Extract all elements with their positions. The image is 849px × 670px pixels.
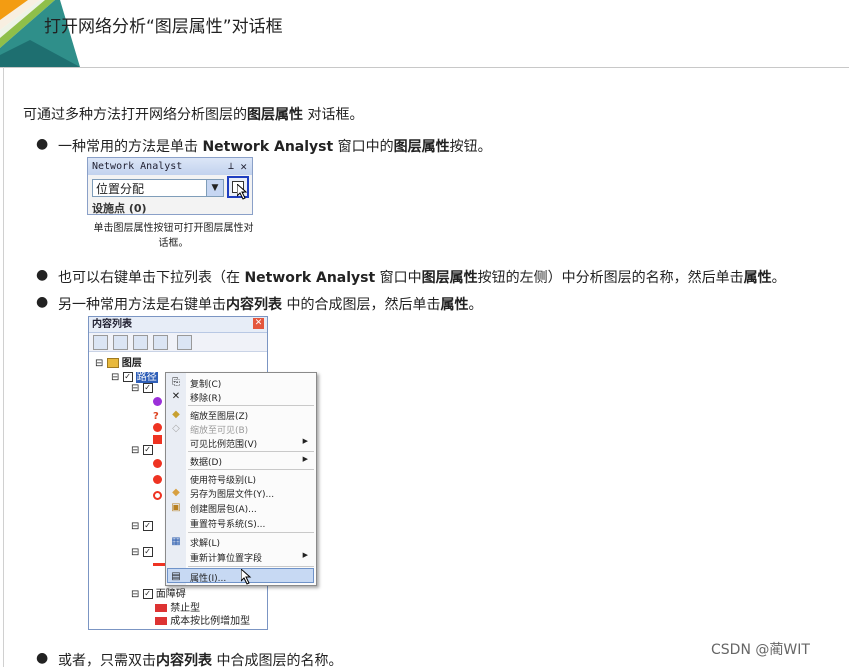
tree-group-layer[interactable]: ⊟ ✓ 路径 [111,368,158,383]
tree-sublayer[interactable]: ⊟ ✓ [131,547,153,558]
bullet-icon: ● [36,294,49,310]
tree-barrier-layer[interactable]: ⊟ ✓ 面障碍 [131,585,186,600]
close-icon[interactable]: ✕ [253,318,264,329]
properties-icon: ▤ [171,571,181,582]
symbol-icon [153,435,162,444]
menu-item-copy[interactable]: 复制(C) [190,377,221,390]
checkbox[interactable]: ✓ [142,547,153,557]
bullet-text-3: 另一种常用方法是右键单击内容列表 中的合成图层，然后单击属性。 [58,297,483,313]
symbol-icon [153,397,162,406]
menu-item-data[interactable]: 数据(D) ▶ [190,455,312,468]
solve-icon: ▦ [171,536,181,547]
tree-root[interactable]: ⊟ 图层 [95,354,142,369]
list-by-selection-icon[interactable] [153,335,168,350]
menu-separator [188,405,314,406]
layer-package-icon: ▣ [171,502,181,513]
layers-icon [106,358,119,368]
na-cut-row: 设施点 (0) [92,202,147,215]
menu-item-save-layer[interactable]: 另存为图层文件(Y)... [190,487,274,500]
menu-item-layer-package[interactable]: 创建图层包(A)... [190,502,257,515]
watermark: CSDN @蔺WIT [711,642,810,658]
menu-item-remove[interactable]: 移除(R) [190,391,221,404]
list-by-source-icon[interactable] [113,335,128,350]
symbol-icon [153,475,162,484]
barrier-item: 成本按比例增加型 [155,612,250,627]
tree-sublayer[interactable]: ⊟ ✓ [131,445,153,456]
remove-icon: ✕ [171,391,181,402]
bullet-text-4: 或者，只需双击内容列表 中合成图层的名称。 [58,653,343,669]
bullet-icon: ● [36,267,49,283]
bullet-text-2: 也可以右键单击下拉列表（在 Network Analyst 窗口中图层属性按钮的… [58,270,786,286]
context-menu: ⎘ 复制(C) ✕ 移除(R) ◆ 缩放至图层(Z) ◇ 缩放至可见(B) 可见… [165,372,317,586]
network-analyst-window: Network Analyst ⊥ ✕ 位置分配 ▼ 设施点 (0) [87,157,253,215]
checkbox[interactable]: ✓ [142,589,153,599]
bullet-text-1: 一种常用的方法是单击 Network Analyst 窗口中的图层属性按钮。 [58,139,492,155]
toc-toolbar [89,333,267,352]
bullet-icon: ● [36,650,49,666]
options-icon[interactable] [177,335,192,350]
submenu-arrow-icon: ▶ [302,551,308,559]
save-layer-icon: ◆ [172,487,180,498]
symbol-icon [155,617,167,625]
menu-item-solve[interactable]: 求解(L) [190,536,220,549]
dropdown-value: 位置分配 [96,182,145,196]
menu-item-recalc-location[interactable]: 重新计算位置字段 ▶ [190,551,312,564]
menu-separator [188,532,314,533]
checkbox[interactable]: ✓ [122,372,133,382]
menu-item-properties[interactable]: 属性(I)... [190,571,226,584]
checkbox[interactable]: ✓ [142,445,153,455]
cursor-icon [241,569,252,585]
symbol-icon [153,491,162,500]
na-title-bar: Network Analyst ⊥ ✕ [88,158,252,175]
layer-properties-button[interactable] [227,176,249,200]
symbol-icon [155,604,167,612]
symbol-icon [153,459,162,468]
list-by-visibility-icon[interactable] [133,335,148,350]
toc-title-bar: 内容列表 ✕ [89,317,267,333]
tree-sublayer[interactable]: ⊟ ✓ [131,383,153,394]
menu-separator [188,451,314,452]
toc-title: 内容列表 [92,319,132,330]
page-title: 打开网络分析“图层属性”对话框 [44,17,283,37]
chevron-down-icon[interactable]: ▼ [206,180,223,196]
symbol-icon [153,423,162,432]
divider [3,67,4,667]
menu-separator [188,566,314,567]
close-icon[interactable]: ✕ [240,158,247,175]
list-by-drawing-order-icon[interactable] [93,335,108,350]
menu-separator [188,469,314,470]
analysis-layer-dropdown[interactable]: 位置分配 ▼ [92,179,224,197]
menu-item-zoom-layer[interactable]: 缩放至图层(Z) [190,409,248,422]
zoom-layer-icon: ◆ [172,409,180,420]
na-title: Network Analyst [92,161,183,172]
checkbox[interactable]: ✓ [142,383,153,393]
menu-item-scale-range[interactable]: 可见比例范围(V) ▶ [190,437,312,450]
symbol-icon: ? [153,411,159,422]
tree-sublayer[interactable]: ⊟ ✓ [131,521,153,532]
submenu-arrow-icon: ▶ [302,455,308,463]
menu-item-symbol-levels[interactable]: 使用符号级别(L) [190,473,256,486]
pin-icon[interactable]: ⊥ [228,158,234,175]
cursor-icon [237,184,248,200]
zoom-visible-icon: ◇ [172,423,180,434]
menu-item-zoom-visible[interactable]: 缩放至可见(B) [190,423,248,436]
menu-item-reset-symbology[interactable]: 重置符号系统(S)... [190,517,265,530]
intro-text: 可通过多种方法打开网络分析图层的图层属性 对话框。 [23,107,364,123]
copy-icon: ⎘ [172,377,180,388]
header: 打开网络分析“图层属性”对话框 [0,0,849,68]
bullet-icon: ● [36,136,49,152]
submenu-arrow-icon: ▶ [302,437,308,445]
figure-caption: 单击图层属性按钮可打开图层属性对话框。 [93,223,254,249]
checkbox[interactable]: ✓ [142,521,153,531]
menu-icon-strip [166,373,186,585]
